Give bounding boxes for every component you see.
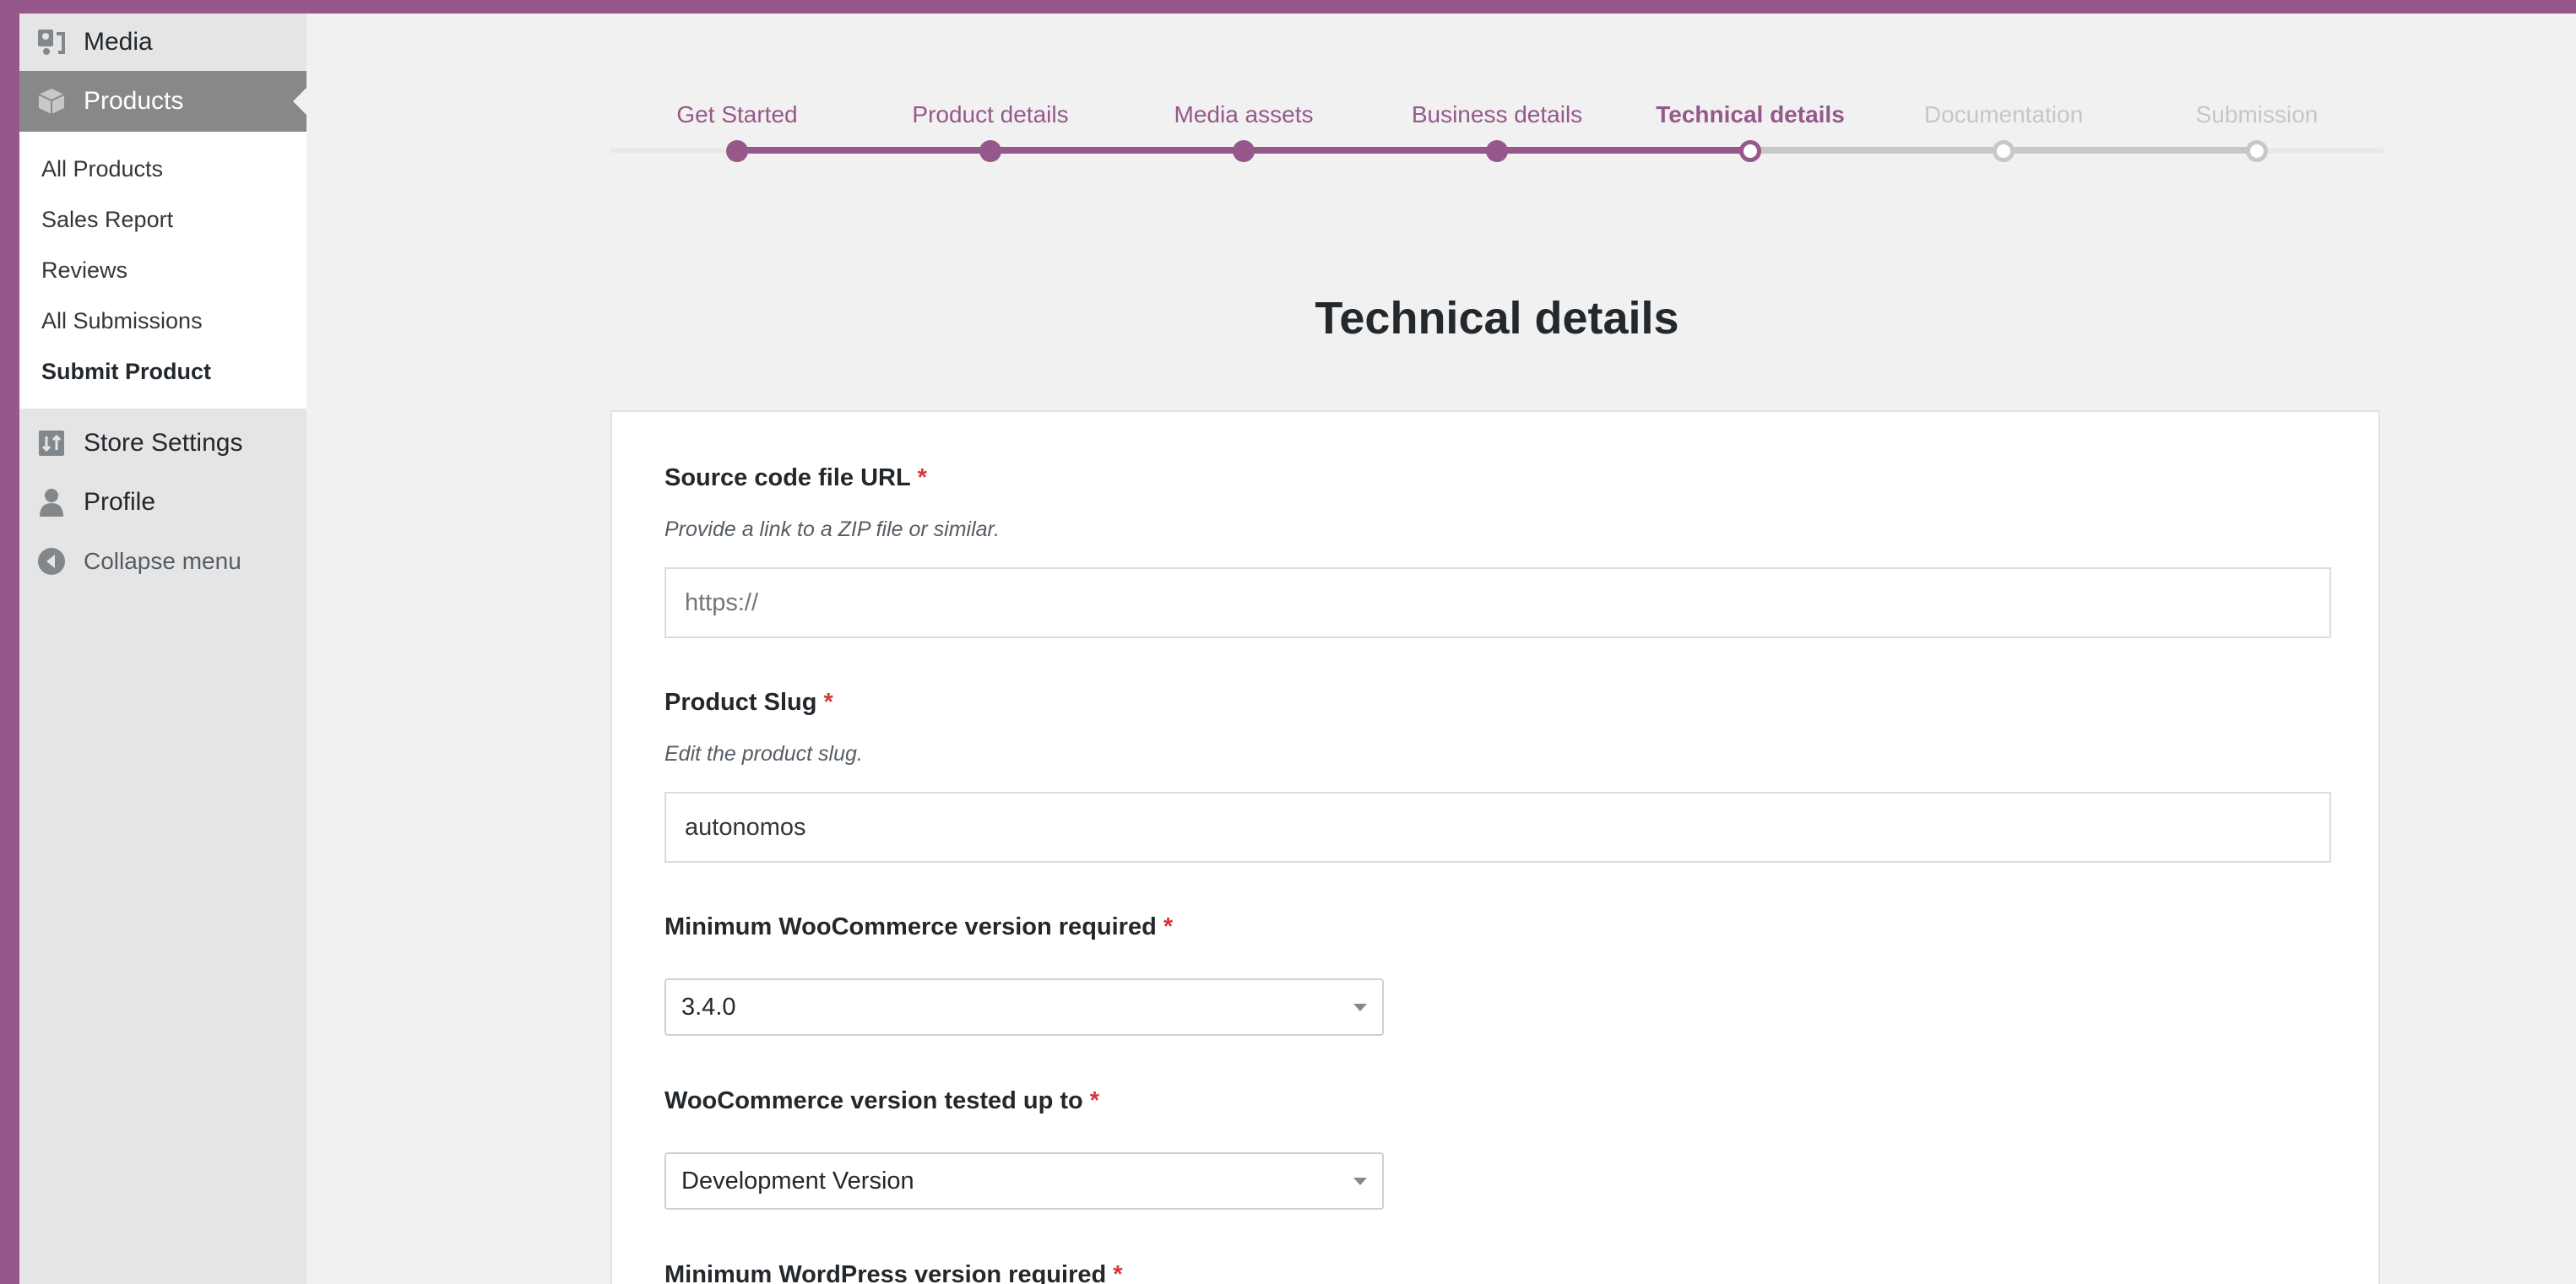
product-slug-help: Edit the product slug. (664, 742, 863, 766)
step-dot (1233, 140, 1255, 162)
step-dot (726, 140, 748, 162)
source-url-label: Source code file URL * (664, 464, 2331, 492)
submenu-all-products[interactable]: All Products (19, 144, 306, 194)
min-wc-version-value: 3.4.0 (681, 993, 736, 1021)
chevron-down-icon (1353, 1178, 1367, 1185)
menu-products-label: Products (84, 87, 184, 115)
source-url-help: Provide a link to a ZIP file or similar. (664, 517, 1000, 541)
step-label: Business details (1411, 101, 1583, 127)
product-slug-label-text: Product Slug (664, 689, 817, 716)
required-marker: * (917, 464, 927, 491)
collapse-menu-label: Collapse menu (84, 548, 241, 574)
step-dot (1993, 140, 2015, 162)
step-label: Media assets (1174, 101, 1314, 127)
required-marker: * (823, 689, 833, 716)
menu-media[interactable]: Media (19, 14, 306, 71)
app-frame: Media Products All Products Sales Report… (19, 14, 2576, 1284)
min-wc-version-field: Minimum WooCommerce version required * 3.… (664, 913, 2331, 1036)
tested-wc-version-label: WooCommerce version tested up to * (664, 1087, 2331, 1115)
tested-wc-version-value: Development Version (681, 1167, 914, 1195)
min-wp-version-field: Minimum WordPress version required * (664, 1261, 2331, 1284)
step-dot (1739, 140, 1761, 162)
chevron-down-icon (1353, 1004, 1367, 1011)
settings-icon (36, 428, 67, 458)
menu-store-settings-label: Store Settings (84, 429, 243, 457)
product-slug-field: Product Slug * Edit the product slug. (664, 689, 2331, 863)
form-card: Source code file URL * Provide a link to … (610, 410, 2380, 1284)
step-label: Submission (2195, 101, 2318, 127)
menu-profile-label: Profile (84, 488, 156, 516)
tested-wc-version-field: WooCommerce version tested up to * Develo… (664, 1087, 2331, 1210)
step-label: Get Started (676, 101, 798, 127)
tested-wc-version-select[interactable]: Development Version (664, 1152, 1384, 1210)
collapse-menu-button[interactable]: Collapse menu (19, 532, 306, 591)
submenu-all-submissions[interactable]: All Submissions (19, 295, 306, 346)
step-label: Product details (912, 101, 1069, 127)
user-icon (36, 487, 67, 517)
min-wp-version-label-text: Minimum WordPress version required (664, 1261, 1107, 1284)
required-marker: * (1163, 913, 1174, 940)
menu-store-settings[interactable]: Store Settings (19, 414, 306, 473)
step-dot (1486, 140, 1508, 162)
tested-wc-version-label-text: WooCommerce version tested up to (664, 1087, 1083, 1114)
main-content: Get Started Product details Media assets Bu… (306, 14, 2576, 1284)
source-url-label-text: Source code file URL (664, 464, 911, 491)
step-label: Documentation (1923, 101, 2084, 127)
required-marker: * (1089, 1087, 1100, 1114)
submenu-sales-report[interactable]: Sales Report (19, 194, 306, 245)
menu-profile[interactable]: Profile (19, 473, 306, 532)
step-dot (2246, 140, 2268, 162)
min-wc-version-label-text: Minimum WooCommerce version required (664, 913, 1157, 940)
product-slug-input[interactable] (664, 792, 2331, 863)
admin-sidebar: Media Products All Products Sales Report… (19, 14, 306, 1284)
submenu-submit-product[interactable]: Submit Product (19, 346, 306, 397)
step-label: Technical details (1656, 101, 1845, 127)
menu-media-label: Media (84, 28, 153, 56)
min-wc-version-label: Minimum WooCommerce version required * (664, 913, 2331, 941)
box-icon (36, 86, 67, 116)
collapse-icon (36, 546, 67, 577)
required-marker: * (1113, 1261, 1123, 1284)
min-wc-version-select[interactable]: 3.4.0 (664, 978, 1384, 1036)
step-dot (979, 140, 1001, 162)
menu-products[interactable]: Products (19, 71, 306, 132)
products-submenu: All Products Sales Report Reviews All Su… (19, 132, 306, 409)
media-icon (36, 27, 67, 57)
source-url-field: Source code file URL * Provide a link to … (664, 464, 2331, 638)
submenu-reviews[interactable]: Reviews (19, 245, 306, 295)
progress-steps: Get Started Product details Media assets Bu… (610, 14, 2383, 165)
page-title: Technical details (1315, 293, 1679, 344)
min-wp-version-label: Minimum WordPress version required * (664, 1261, 2331, 1284)
source-url-input[interactable] (664, 567, 2331, 638)
product-slug-label: Product Slug * (664, 689, 2331, 717)
